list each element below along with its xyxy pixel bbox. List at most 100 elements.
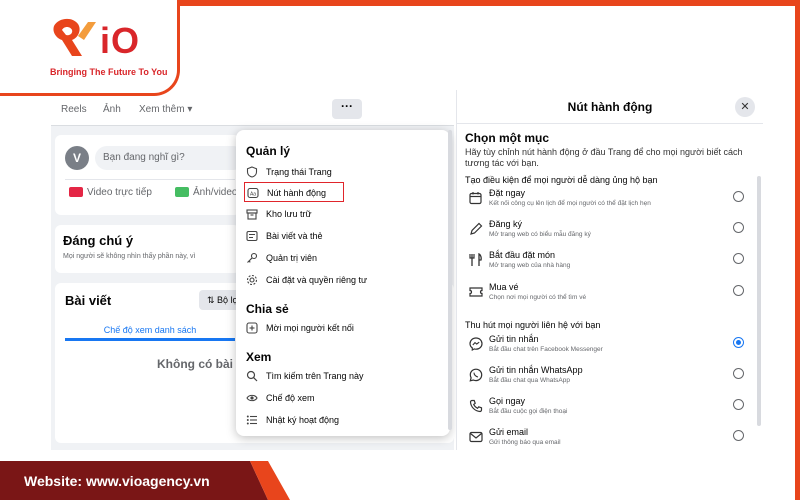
whatsapp-icon — [469, 368, 483, 382]
menu-item-settings-privacy[interactable]: Cài đặt và quyền riêng tư — [244, 270, 434, 290]
radio-button[interactable] — [733, 285, 744, 296]
photo-video-button[interactable]: Ảnh/video — [175, 187, 237, 198]
more-options-button[interactable]: ··· — [332, 99, 362, 119]
search-icon — [246, 370, 258, 382]
menu-item-label: Chế độ xem — [266, 393, 315, 403]
option-call-now[interactable]: Gọi ngay Bắt đầu cuộc gọi điện thoại — [469, 396, 753, 424]
menu-item-label: Tìm kiếm trên Trang này — [266, 371, 364, 381]
option-description: Mở trang web có biểu mẫu đăng ký — [489, 231, 591, 238]
menu-item-label: Trạng thái Trang — [266, 167, 332, 177]
post-composer: V Bạn đang nghĩ gì? Video trực tiếp Ảnh/… — [55, 135, 245, 215]
footer-website-text[interactable]: Website: www.vioagency.vn — [24, 473, 210, 489]
menu-item-label: Bài viết và thẻ — [266, 231, 323, 241]
eye-icon — [246, 394, 258, 402]
status-input[interactable]: Bạn đang nghĩ gì? — [95, 146, 245, 170]
tab-reels[interactable]: Reels — [61, 104, 87, 115]
brand-footer: Website: www.vioagency.vn — [0, 461, 800, 500]
photo-video-label: Ảnh/video — [193, 187, 238, 198]
tab-more[interactable]: Xem thêm ▾ — [139, 104, 192, 115]
option-label: Đặt ngay — [489, 188, 526, 198]
menu-item-admins[interactable]: Quản trị viên — [244, 248, 434, 268]
menu-item-posts-tags[interactable]: Bài viết và thẻ — [244, 226, 434, 246]
radio-button[interactable] — [733, 399, 744, 410]
radio-button[interactable] — [733, 430, 744, 441]
tab-list-view[interactable]: Chế độ xem danh sách — [65, 319, 235, 341]
composer-divider — [65, 179, 235, 180]
radio-button[interactable] — [733, 368, 744, 379]
radio-button-selected[interactable] — [733, 337, 744, 348]
live-video-icon — [69, 187, 83, 198]
option-start-order[interactable]: Bắt đầu đặt món Mở trang web của nhà hàn… — [469, 250, 753, 278]
filter-icon: ⇅ — [207, 295, 218, 305]
utensils-icon — [469, 253, 482, 266]
pencil-icon — [470, 222, 483, 235]
option-description: Bắt đầu chat trên Facebook Messenger — [489, 346, 603, 353]
svg-text:Aa: Aa — [250, 191, 256, 197]
ticket-icon — [469, 287, 483, 297]
option-whatsapp[interactable]: Gửi tin nhắn WhatsApp Bắt đầu chat qua W… — [469, 365, 753, 393]
menu-item-label: Mời mọi người kết nối — [266, 323, 354, 333]
option-label: Đăng ký — [489, 219, 523, 229]
action-button-icon: Aa — [247, 187, 259, 199]
option-label: Mua vé — [489, 282, 519, 292]
email-icon — [469, 431, 483, 443]
option-sign-up[interactable]: Đăng ký Mở trang web có biểu mẫu đăng ký — [469, 219, 753, 247]
option-label: Gửi email — [489, 427, 529, 437]
menu-section-share: Chia sẻ — [246, 302, 289, 316]
option-label: Gọi ngay — [489, 396, 526, 406]
notable-description: Mọi người sẽ không nhìn thấy phần này, v… — [63, 253, 196, 260]
radio-button[interactable] — [733, 191, 744, 202]
option-send-email[interactable]: Gửi email Gửi thông báo qua email — [469, 427, 753, 455]
option-label: Gửi tin nhắn — [489, 334, 539, 344]
option-book-now[interactable]: Đặt ngay Kết nối công cụ lên lịch để mọi… — [469, 188, 753, 216]
menu-item-label: Cài đặt và quyền riêng tư — [266, 275, 368, 285]
menu-item-view-as[interactable]: Chế độ xem — [244, 388, 434, 408]
radio-button[interactable] — [733, 222, 744, 233]
live-video-label: Video trực tiếp — [87, 187, 152, 198]
brand-logo-text: iO — [100, 20, 141, 61]
admin-key-icon — [247, 252, 258, 263]
close-button[interactable]: ✕ — [735, 97, 755, 117]
option-buy-tickets[interactable]: Mua vé Chọn nơi mọi người có thể tìm vé — [469, 282, 753, 310]
choose-description: Hãy tùy chỉnh nút hành động ở đầu Trang … — [465, 147, 743, 168]
option-description: Bắt đầu cuộc gọi điện thoại — [489, 408, 568, 415]
menu-item-invite[interactable]: Mời mọi người kết nối — [244, 318, 434, 338]
avatar[interactable]: V — [65, 146, 89, 170]
menu-section-manage: Quản lý — [246, 144, 291, 158]
invite-icon — [246, 322, 258, 334]
messenger-icon — [469, 337, 483, 351]
group-support-title: Tạo điều kiện để mọi người dễ dàng ủng h… — [465, 175, 658, 185]
menu-item-page-status[interactable]: Trạng thái Trang — [244, 162, 434, 182]
page-tab-bar: Reels Ảnh Xem thêm ▾ — [51, 94, 454, 126]
page-options-menu: Quản lý Trạng thái Trang Aa Nút hành độn… — [236, 130, 450, 436]
menu-item-activity-log[interactable]: Nhật ký hoạt động — [244, 410, 434, 430]
menu-item-label: Quản trị viên — [266, 253, 318, 263]
panel-scrollbar[interactable] — [757, 176, 761, 426]
menu-item-archive[interactable]: Kho lưu trữ — [244, 204, 434, 224]
menu-item-action-button[interactable]: Aa Nút hành động — [244, 182, 344, 202]
menu-scrollbar[interactable] — [448, 130, 452, 430]
group-contact-title: Thu hút mọi người liên hệ với bạn — [465, 320, 601, 330]
option-send-message[interactable]: Gửi tin nhắn Bắt đầu chat trên Facebook … — [469, 334, 753, 362]
brand-tagline: Bringing The Future To You — [50, 67, 168, 77]
menu-item-label: Nút hành động — [267, 188, 327, 198]
option-description: Kết nối công cụ lên lịch để mọi người có… — [489, 200, 651, 207]
menu-item-label: Kho lưu trữ — [266, 209, 312, 219]
brand-logo-mark-icon — [53, 18, 96, 56]
option-description: Chọn nơi mọi người có thể tìm vé — [489, 294, 587, 301]
photo-icon — [175, 187, 189, 198]
radio-button[interactable] — [733, 253, 744, 264]
option-description: Mở trang web của nhà hàng — [489, 262, 571, 269]
tab-photos[interactable]: Ảnh — [103, 104, 121, 115]
menu-item-search-page[interactable]: Tìm kiếm trên Trang này — [244, 366, 434, 386]
posts-title: Bài viết — [65, 293, 112, 308]
posts-tags-icon — [246, 230, 258, 242]
option-label: Bắt đầu đặt món — [489, 250, 556, 260]
notable-title: Đáng chú ý — [63, 233, 134, 248]
live-video-button[interactable]: Video trực tiếp — [69, 187, 152, 198]
archive-icon — [246, 209, 258, 220]
phone-icon — [469, 399, 483, 413]
calendar-booking-icon — [469, 192, 482, 205]
brand-logo-box: iO Bringing The Future To You — [0, 0, 180, 96]
gear-icon — [246, 274, 258, 286]
